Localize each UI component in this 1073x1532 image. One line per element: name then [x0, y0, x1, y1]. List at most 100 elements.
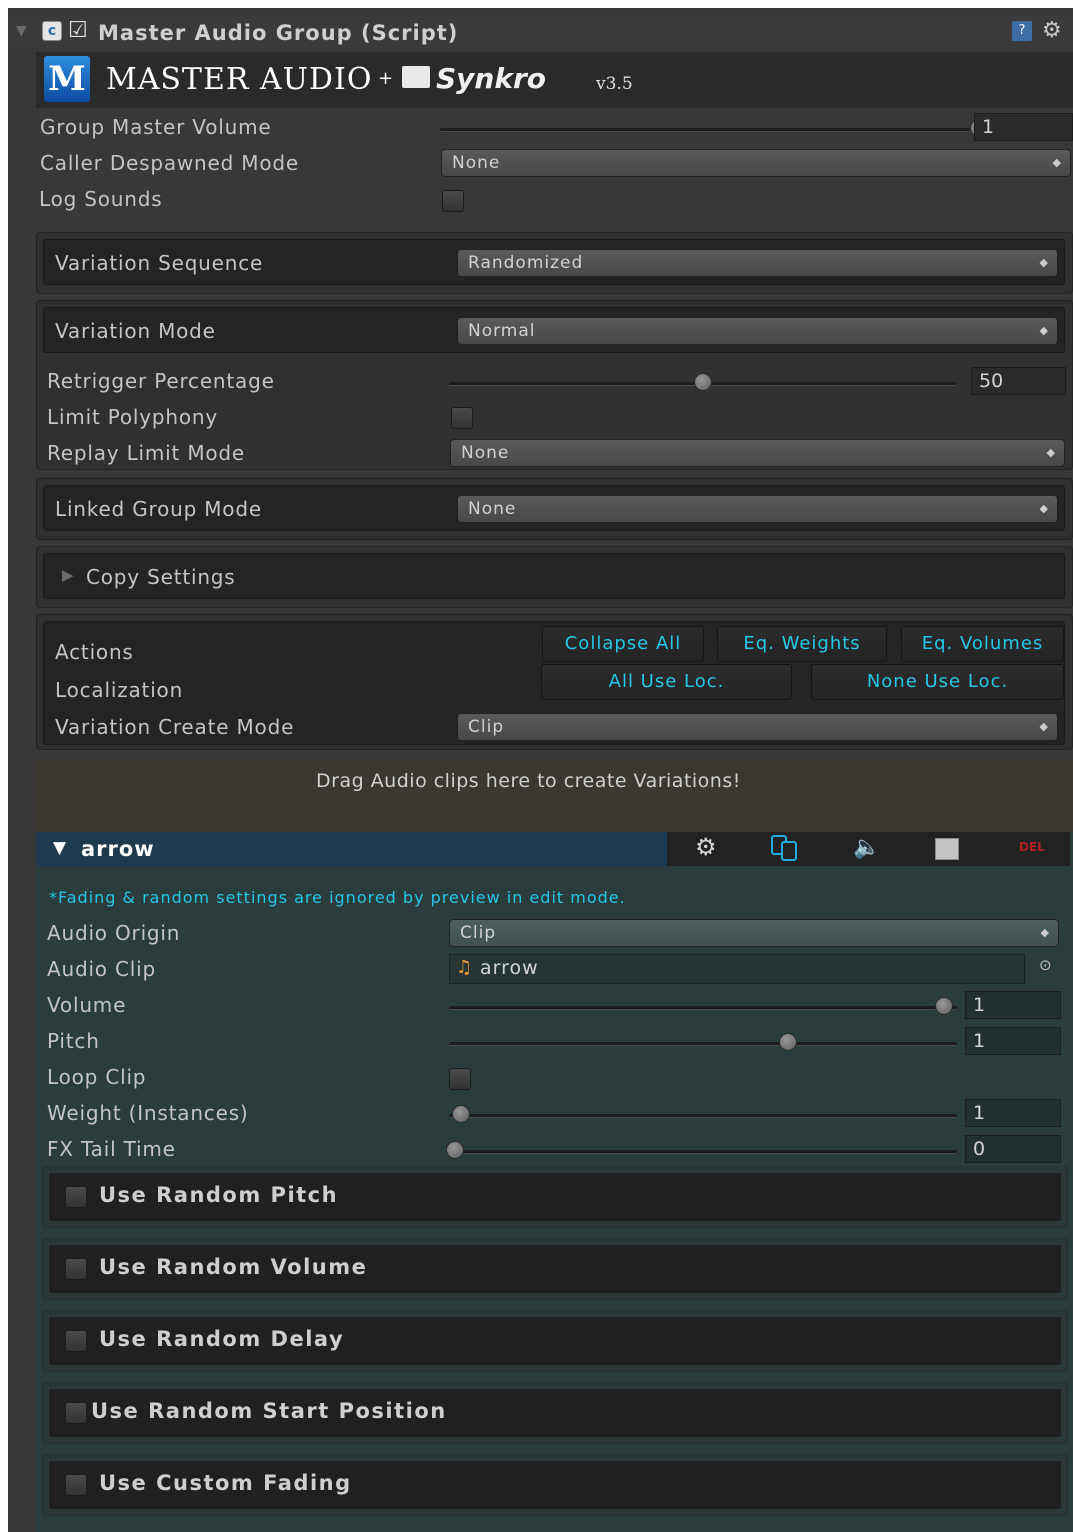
- none-use-loc-button[interactable]: None Use Loc.: [811, 664, 1064, 700]
- caller-despawned-mode-label: Caller Despawned Mode: [40, 151, 299, 175]
- random-volume-checkbox[interactable]: [65, 1258, 87, 1280]
- logo-text: MASTER AUDIO: [106, 62, 373, 97]
- random-volume-bar[interactable]: Use Random Volume: [48, 1244, 1062, 1294]
- volume-thumb[interactable]: [935, 997, 953, 1015]
- variation-create-mode-dropdown[interactable]: Clip ◆: [457, 713, 1058, 741]
- random-pitch-checkbox[interactable]: [65, 1186, 87, 1208]
- clone-variation-icon[interactable]: [771, 835, 799, 861]
- log-sounds-checkbox[interactable]: [442, 190, 464, 212]
- random-start-section: Use Random Start Position: [42, 1382, 1068, 1444]
- custom-fading-label: Use Custom Fading: [99, 1471, 352, 1495]
- audio-clip-value: arrow: [480, 957, 539, 979]
- caller-despawned-mode-dropdown[interactable]: None ◆: [441, 149, 1071, 177]
- settings-gear-icon[interactable]: ⚙: [695, 833, 717, 861]
- preview-speaker-icon[interactable]: 🔈: [853, 835, 880, 860]
- variation-mode-dropdown[interactable]: Normal ◆: [457, 317, 1058, 345]
- enable-checkbox[interactable]: ☑: [68, 19, 88, 43]
- preview-note: *Fading & random settings are ignored by…: [49, 888, 626, 907]
- variation-mode-box: Variation Mode Normal ◆ Retrigger Percent…: [36, 300, 1073, 470]
- retrigger-percentage-thumb[interactable]: [694, 373, 712, 391]
- fx-tail-time-track[interactable]: [449, 1150, 957, 1154]
- inspector-panel: ▼ c ☑ Master Audio Group (Script) ? ⚙ M …: [8, 8, 1073, 1532]
- custom-fading-section: Use Custom Fading: [42, 1454, 1068, 1516]
- random-volume-section: Use Random Volume: [42, 1238, 1068, 1300]
- replay-limit-mode-dropdown[interactable]: None ◆: [450, 439, 1065, 467]
- drag-drop-zone[interactable]: Drag Audio clips here to create Variatio…: [35, 760, 1073, 832]
- audio-origin-dropdown[interactable]: Clip ◆: [449, 919, 1059, 947]
- actions-box: Actions Collapse All Eq. Weights Eq. Vol…: [36, 614, 1073, 750]
- all-use-loc-button[interactable]: All Use Loc.: [541, 664, 792, 700]
- loop-clip-checkbox[interactable]: [449, 1068, 471, 1090]
- random-delay-section: Use Random Delay: [42, 1310, 1068, 1372]
- random-start-bar[interactable]: Use Random Start Position: [48, 1388, 1062, 1438]
- pitch-field[interactable]: 1: [965, 1027, 1061, 1055]
- variation-sequence-value: Randomized: [468, 253, 584, 273]
- custom-fading-bar[interactable]: Use Custom Fading: [48, 1460, 1062, 1510]
- volume-field[interactable]: 1: [965, 991, 1061, 1019]
- actions-label: Actions: [55, 640, 134, 664]
- linked-group-row: Linked Group Mode None ◆: [43, 485, 1065, 531]
- audio-origin-value: Clip: [460, 923, 497, 943]
- pitch-thumb[interactable]: [778, 1033, 797, 1051]
- replay-limit-mode-label: Replay Limit Mode: [47, 441, 246, 465]
- actions-panel: Actions Collapse All Eq. Weights Eq. Vol…: [43, 621, 1065, 745]
- random-delay-checkbox[interactable]: [65, 1330, 87, 1352]
- foldout-arrow-icon[interactable]: ▼: [16, 23, 27, 39]
- collapse-all-button[interactable]: Collapse All: [542, 626, 704, 662]
- variation-sequence-box: Variation Sequence Randomized ◆: [36, 232, 1073, 294]
- fx-tail-time-thumb[interactable]: [446, 1141, 464, 1159]
- random-pitch-bar[interactable]: Use Random Pitch: [48, 1172, 1062, 1222]
- variation-sequence-dropdown[interactable]: Randomized ◆: [457, 249, 1058, 277]
- volume-track[interactable]: [449, 1006, 957, 1010]
- script-icon: c: [42, 21, 62, 41]
- limit-polyphony-label: Limit Polyphony: [47, 405, 219, 429]
- variation-header: ▼ arrow ⚙ 🔈 DEL: [37, 832, 1070, 866]
- dropdown-arrow-icon: ◆: [1039, 720, 1049, 733]
- variation-mode-value: Normal: [468, 321, 536, 341]
- custom-fading-checkbox[interactable]: [65, 1474, 87, 1496]
- weight-field[interactable]: 1: [965, 1099, 1061, 1127]
- delete-button[interactable]: DEL: [1019, 840, 1045, 854]
- limit-polyphony-checkbox[interactable]: [451, 407, 473, 429]
- group-master-volume-label: Group Master Volume: [40, 115, 272, 139]
- logo-plus: +: [378, 68, 394, 89]
- retrigger-percentage-field[interactable]: 50: [971, 367, 1066, 395]
- eq-volumes-button[interactable]: Eq. Volumes: [901, 626, 1064, 662]
- object-picker-icon[interactable]: ⊙: [1039, 956, 1052, 974]
- dropdown-arrow-icon: ◆: [1039, 324, 1049, 337]
- foldout-arrow-icon[interactable]: ▶: [62, 566, 74, 584]
- group-master-volume-track[interactable]: [440, 128, 970, 132]
- audio-file-icon: ♫: [456, 957, 473, 978]
- variation-mode-row: Variation Mode Normal ◆: [43, 307, 1065, 353]
- version-label: v3.5: [596, 74, 633, 94]
- group-master-volume-field[interactable]: 1: [974, 113, 1073, 141]
- localization-label: Localization: [55, 678, 184, 702]
- stop-preview-icon[interactable]: [935, 838, 959, 860]
- random-start-checkbox[interactable]: [65, 1402, 87, 1424]
- drag-drop-label: Drag Audio clips here to create Variatio…: [316, 770, 741, 792]
- linked-group-mode-label: Linked Group Mode: [55, 497, 262, 521]
- log-sounds-label: Log Sounds: [39, 187, 163, 211]
- variation-tools: ⚙ 🔈 DEL: [667, 832, 1070, 866]
- synkro-logo-text: Synkro: [436, 62, 547, 95]
- pitch-track[interactable]: [449, 1042, 957, 1046]
- copy-settings-row[interactable]: ▶ Copy Settings: [43, 553, 1065, 599]
- weight-thumb[interactable]: [452, 1105, 470, 1123]
- linked-group-mode-dropdown[interactable]: None ◆: [457, 495, 1058, 523]
- eq-weights-button[interactable]: Eq. Weights: [717, 626, 887, 662]
- gear-icon[interactable]: ⚙: [1042, 18, 1062, 43]
- copy-settings-box: ▶ Copy Settings: [36, 546, 1073, 608]
- dropdown-arrow-icon: ◆: [1039, 256, 1049, 269]
- help-icon[interactable]: ?: [1012, 21, 1032, 41]
- foldout-arrow-icon[interactable]: ▼: [53, 838, 66, 858]
- fx-tail-time-field[interactable]: 0: [965, 1135, 1061, 1163]
- random-delay-bar[interactable]: Use Random Delay: [48, 1316, 1062, 1366]
- weight-track[interactable]: [449, 1114, 957, 1118]
- variation-sequence-label: Variation Sequence: [55, 251, 264, 275]
- variation-sequence-row: Variation Sequence Randomized ◆: [43, 239, 1065, 285]
- dropdown-arrow-icon: ◆: [1039, 502, 1049, 515]
- variation-name[interactable]: arrow: [81, 837, 155, 861]
- copy-settings-label[interactable]: Copy Settings: [86, 565, 236, 589]
- dropdown-arrow-icon: ◆: [1046, 446, 1056, 459]
- audio-clip-field[interactable]: ♫ arrow: [449, 954, 1025, 984]
